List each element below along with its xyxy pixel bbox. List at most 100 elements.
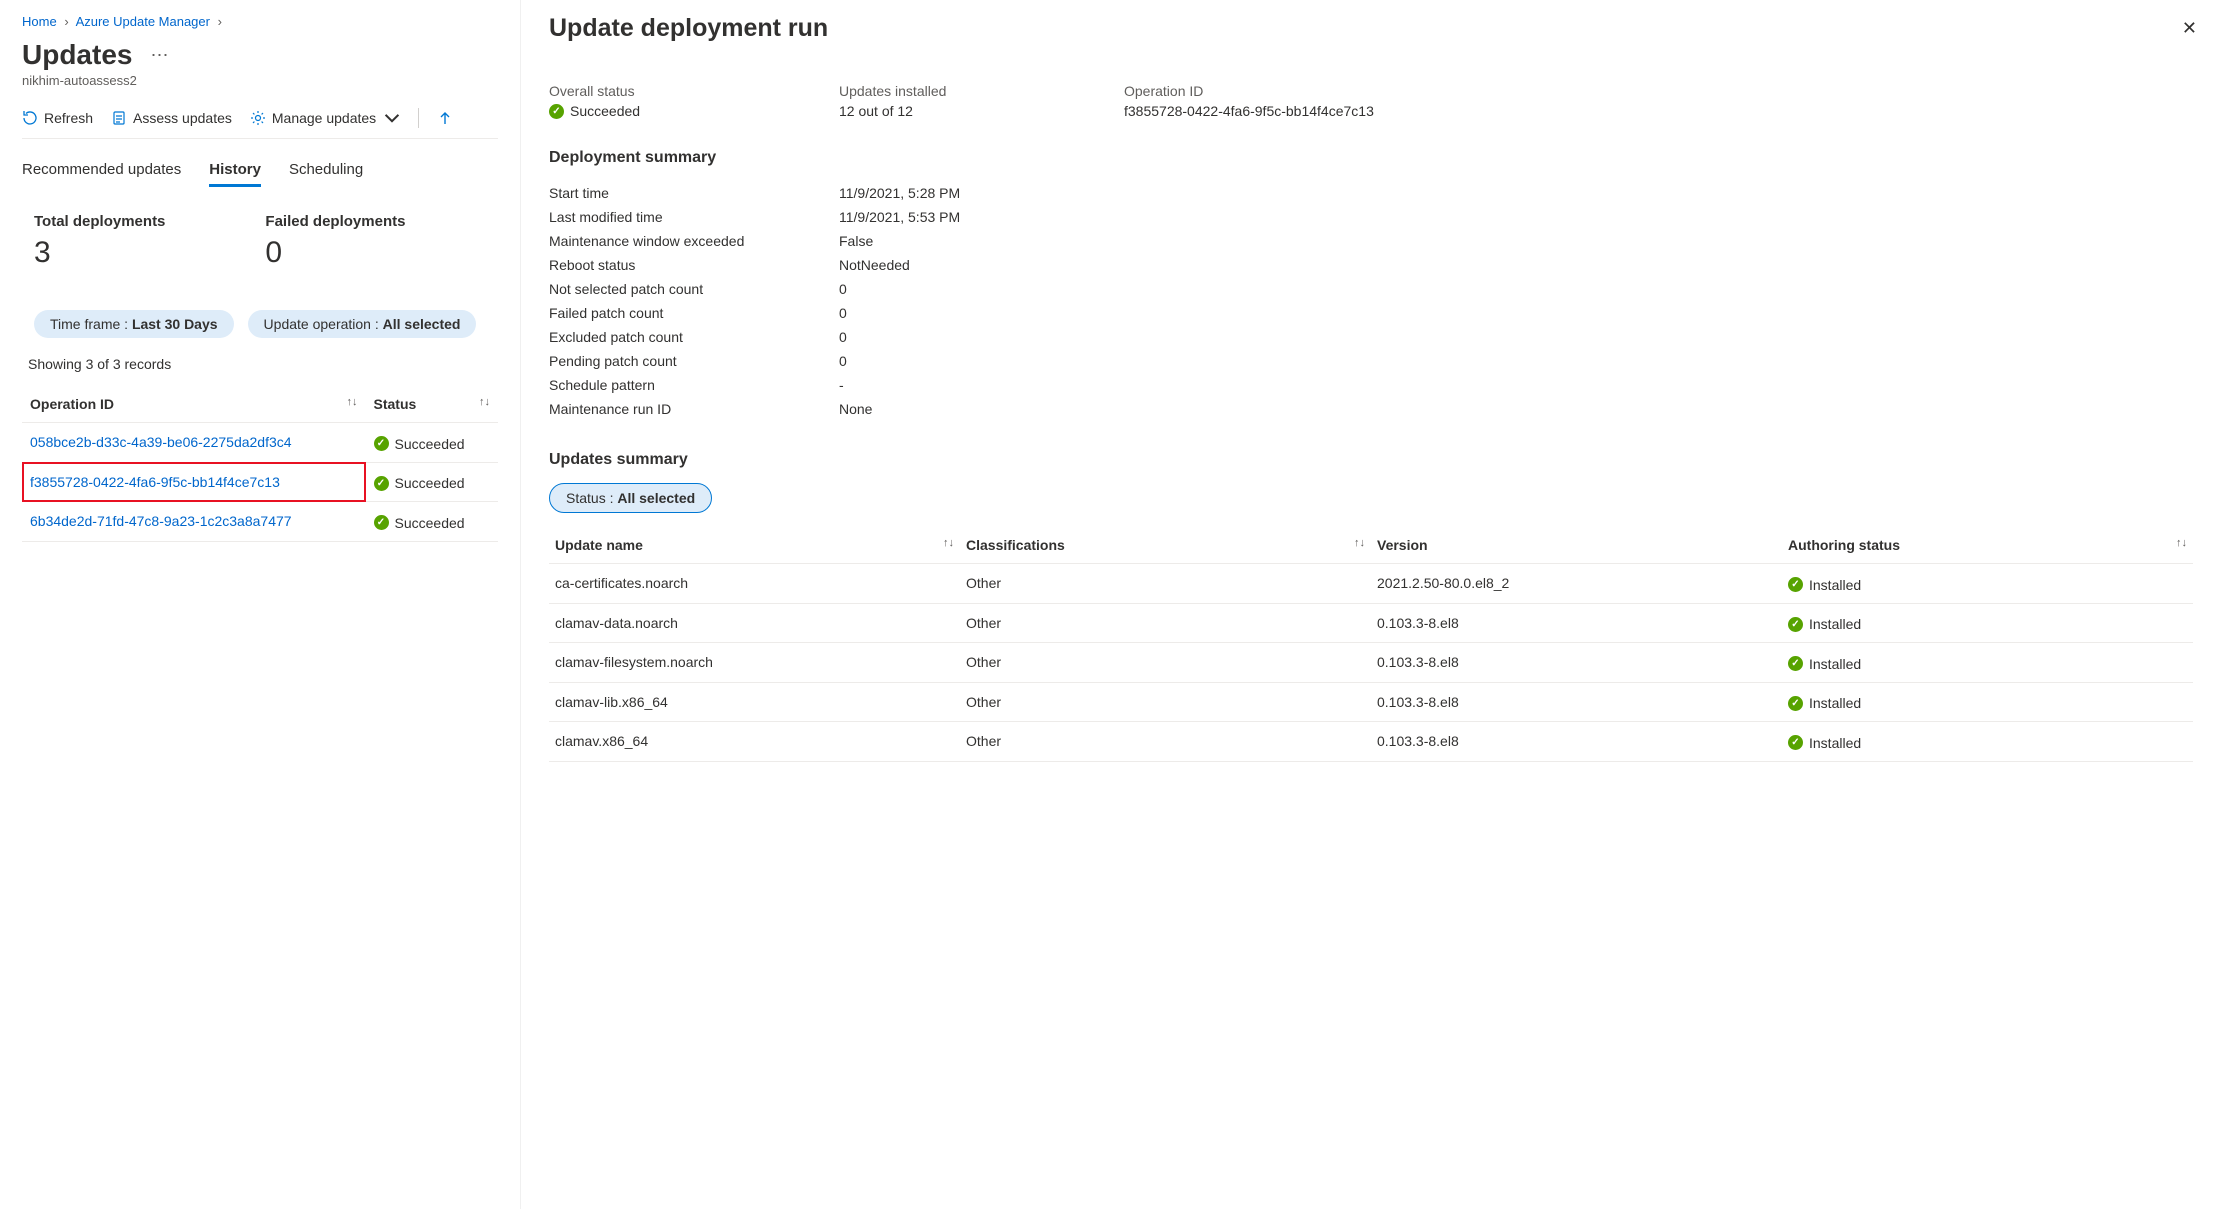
summary-value: 11/9/2021, 5:53 PM xyxy=(839,209,960,225)
success-icon xyxy=(374,515,389,530)
stat-failed-value: 0 xyxy=(265,236,405,270)
filter-timeframe-value: Last 30 Days xyxy=(132,316,218,332)
sort-icon: ↑↓ xyxy=(479,396,490,408)
records-info: Showing 3 of 3 records xyxy=(22,356,498,372)
operation-id-link[interactable]: f3855728-0422-4fa6-9f5c-bb14f4ce7c13 xyxy=(30,474,280,490)
more-icon[interactable]: ⋯ xyxy=(146,41,172,70)
panel-title: Update deployment run xyxy=(549,14,2193,43)
update-version: 2021.2.50-80.0.el8_2 xyxy=(1371,564,1782,604)
success-icon xyxy=(1788,735,1803,750)
summary-row: Last modified time11/9/2021, 5:53 PM xyxy=(549,205,2193,229)
updates-table: Update name↑↓ Classifications↑↓ Version … xyxy=(549,527,2193,762)
summary-key: Maintenance window exceeded xyxy=(549,233,839,249)
summary-key: Pending patch count xyxy=(549,353,839,369)
success-icon xyxy=(1788,656,1803,671)
filter-operation[interactable]: Update operation : All selected xyxy=(248,310,477,338)
summary-row: Start time11/9/2021, 5:28 PM xyxy=(549,181,2193,205)
table-row[interactable]: f3855728-0422-4fa6-9f5c-bb14f4ce7c13 Succ… xyxy=(22,462,498,502)
update-version: 0.103.3-8.el8 xyxy=(1371,722,1782,762)
sort-icon: ↑↓ xyxy=(2176,537,2187,549)
upload-button[interactable] xyxy=(437,110,453,126)
update-class: Other xyxy=(960,682,1371,722)
stat-total-label: Total deployments xyxy=(34,213,165,230)
update-name: clamav-data.noarch xyxy=(549,603,960,643)
summary-value: False xyxy=(839,233,873,249)
summary-key: Excluded patch count xyxy=(549,329,839,345)
summary-row: Not selected patch count0 xyxy=(549,277,2193,301)
success-icon xyxy=(549,104,564,119)
filter-operation-value: All selected xyxy=(383,316,461,332)
breadcrumb-aum[interactable]: Azure Update Manager xyxy=(76,14,210,29)
assess-updates-button[interactable]: Assess updates xyxy=(111,110,232,126)
chevron-down-icon xyxy=(384,110,400,126)
authoring-status: Installed xyxy=(1809,616,1861,632)
col-operation-id[interactable]: Operation ID↑↓ xyxy=(22,386,366,423)
success-icon xyxy=(1788,617,1803,632)
col-authoring-status[interactable]: Authoring status↑↓ xyxy=(1782,527,2193,564)
authoring-status: Installed xyxy=(1809,735,1861,751)
sort-icon: ↑↓ xyxy=(1354,537,1365,549)
assess-label: Assess updates xyxy=(133,110,232,126)
update-class: Other xyxy=(960,722,1371,762)
table-row: clamav-lib.x86_64Other0.103.3-8.el8Insta… xyxy=(549,682,2193,722)
toolbar-separator xyxy=(418,108,419,128)
status-text: Succeeded xyxy=(395,475,465,491)
tab-scheduling[interactable]: Scheduling xyxy=(289,161,363,187)
close-icon[interactable]: ✕ xyxy=(2182,18,2197,39)
update-name: clamav-lib.x86_64 xyxy=(549,682,960,722)
summary-value: 0 xyxy=(839,281,847,297)
updates-installed-value: 12 out of 12 xyxy=(839,103,1124,119)
summary-key: Schedule pattern xyxy=(549,377,839,393)
col-update-name[interactable]: Update name↑↓ xyxy=(549,527,960,564)
success-icon xyxy=(1788,696,1803,711)
summary-row: Failed patch count0 xyxy=(549,301,2193,325)
operation-id-link[interactable]: 6b34de2d-71fd-47c8-9a23-1c2c3a8a7477 xyxy=(30,513,292,529)
summary-value: 0 xyxy=(839,353,847,369)
status-text: Succeeded xyxy=(395,515,465,531)
success-icon xyxy=(1788,577,1803,592)
status-filter[interactable]: Status : All selected xyxy=(549,483,712,513)
summary-value: None xyxy=(839,401,872,417)
stat-total: Total deployments 3 xyxy=(34,213,165,270)
summary-key: Reboot status xyxy=(549,257,839,273)
stat-failed: Failed deployments 0 xyxy=(265,213,405,270)
clipboard-icon xyxy=(111,110,127,126)
summary-key: Failed patch count xyxy=(549,305,839,321)
chevron-right-icon: › xyxy=(64,14,68,29)
deployment-summary-heading: Deployment summary xyxy=(549,149,2193,167)
refresh-button[interactable]: Refresh xyxy=(22,110,93,126)
summary-row: Maintenance window exceededFalse xyxy=(549,229,2193,253)
page-title: Updates xyxy=(22,39,132,71)
tabs: Recommended updates History Scheduling xyxy=(22,161,498,187)
sort-icon: ↑↓ xyxy=(347,396,358,408)
update-version: 0.103.3-8.el8 xyxy=(1371,682,1782,722)
col-classifications[interactable]: Classifications↑↓ xyxy=(960,527,1371,564)
filter-timeframe[interactable]: Time frame : Last 30 Days xyxy=(34,310,234,338)
breadcrumb-home[interactable]: Home xyxy=(22,14,57,29)
updates-summary-heading: Updates summary xyxy=(549,451,2193,469)
overall-status-value: Succeeded xyxy=(570,103,640,119)
manage-updates-button[interactable]: Manage updates xyxy=(250,110,400,126)
summary-key: Maintenance run ID xyxy=(549,401,839,417)
summary-row: Maintenance run IDNone xyxy=(549,397,2193,421)
success-icon xyxy=(374,476,389,491)
col-status[interactable]: Status↑↓ xyxy=(366,386,499,423)
breadcrumb: Home › Azure Update Manager › xyxy=(22,14,498,29)
tab-history[interactable]: History xyxy=(209,161,261,187)
summary-row: Excluded patch count0 xyxy=(549,325,2193,349)
update-class: Other xyxy=(960,564,1371,604)
col-version[interactable]: Version xyxy=(1371,527,1782,564)
update-version: 0.103.3-8.el8 xyxy=(1371,603,1782,643)
table-row: ca-certificates.noarchOther2021.2.50-80.… xyxy=(549,564,2193,604)
update-name: clamav-filesystem.noarch xyxy=(549,643,960,683)
update-version: 0.103.3-8.el8 xyxy=(1371,643,1782,683)
refresh-icon xyxy=(22,110,38,126)
authoring-status: Installed xyxy=(1809,577,1861,593)
authoring-status: Installed xyxy=(1809,656,1861,672)
summary-row: Schedule pattern- xyxy=(549,373,2193,397)
summary-key: Not selected patch count xyxy=(549,281,839,297)
table-row[interactable]: 6b34de2d-71fd-47c8-9a23-1c2c3a8a7477 Succ… xyxy=(22,502,498,542)
table-row[interactable]: 058bce2b-d33c-4a39-be06-2275da2df3c4Succ… xyxy=(22,423,498,463)
operation-id-link[interactable]: 058bce2b-d33c-4a39-be06-2275da2df3c4 xyxy=(30,434,292,450)
tab-recommended[interactable]: Recommended updates xyxy=(22,161,181,187)
